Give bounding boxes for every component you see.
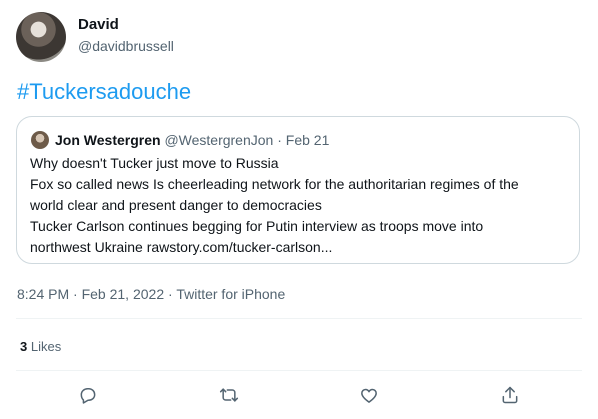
quoted-author-avatar <box>31 131 49 149</box>
hashtag-link[interactable]: #Tuckersadouche <box>17 79 191 105</box>
share-icon <box>502 386 518 404</box>
retweet-icon <box>219 388 239 402</box>
quoted-text-line: Fox so called news Is cheerleading netwo… <box>30 176 519 192</box>
tweet-date[interactable]: Feb 21, 2022 <box>82 286 165 302</box>
quoted-text-line: Why doesn't Tucker just move to Russia <box>30 155 279 171</box>
reply-button[interactable] <box>77 384 99 406</box>
quoted-tweet-date: Feb 21 <box>285 132 330 148</box>
quoted-author-handle: @WestergrenJon <box>164 132 274 148</box>
likes-label: Likes <box>30 339 62 354</box>
author-name[interactable]: David <box>78 15 119 35</box>
quoted-text-line: world clear and present danger to democr… <box>30 197 322 213</box>
like-icon <box>361 388 377 403</box>
quoted-tweet-header: Jon Westergren @WestergrenJon · Feb 21 <box>55 131 329 149</box>
likes-stat[interactable]: 3 Likes <box>20 339 61 355</box>
share-button[interactable] <box>499 384 521 406</box>
retweet-button[interactable] <box>218 384 240 406</box>
tweet-metadata: 8:24 PM · Feb 21, 2022 · Twitter for iPh… <box>17 285 285 303</box>
like-button[interactable] <box>358 384 380 406</box>
author-avatar[interactable] <box>16 12 66 62</box>
author-handle[interactable]: @davidbrussell <box>78 37 174 55</box>
quoted-author-name: Jon Westergren <box>55 132 161 148</box>
quoted-text-line: Tucker Carlson continues begging for Put… <box>30 218 484 234</box>
meta-separator: · <box>73 286 78 302</box>
quoted-text-line: northwest Ukraine rawstory.com/tucker-ca… <box>30 239 333 255</box>
meta-separator: · <box>168 286 173 302</box>
quoted-tweet-text: Why doesn't Tucker just move to Russia F… <box>30 153 570 258</box>
divider <box>16 370 582 371</box>
tweet-source[interactable]: Twitter for iPhone <box>176 286 285 302</box>
likes-count: 3 <box>20 339 28 354</box>
quoted-header-separator: · <box>277 132 282 148</box>
reply-icon <box>80 388 96 404</box>
divider <box>16 318 582 319</box>
quoted-tweet-card[interactable]: Jon Westergren @WestergrenJon · Feb 21 W… <box>16 116 580 264</box>
tweet-time[interactable]: 8:24 PM <box>17 286 69 302</box>
